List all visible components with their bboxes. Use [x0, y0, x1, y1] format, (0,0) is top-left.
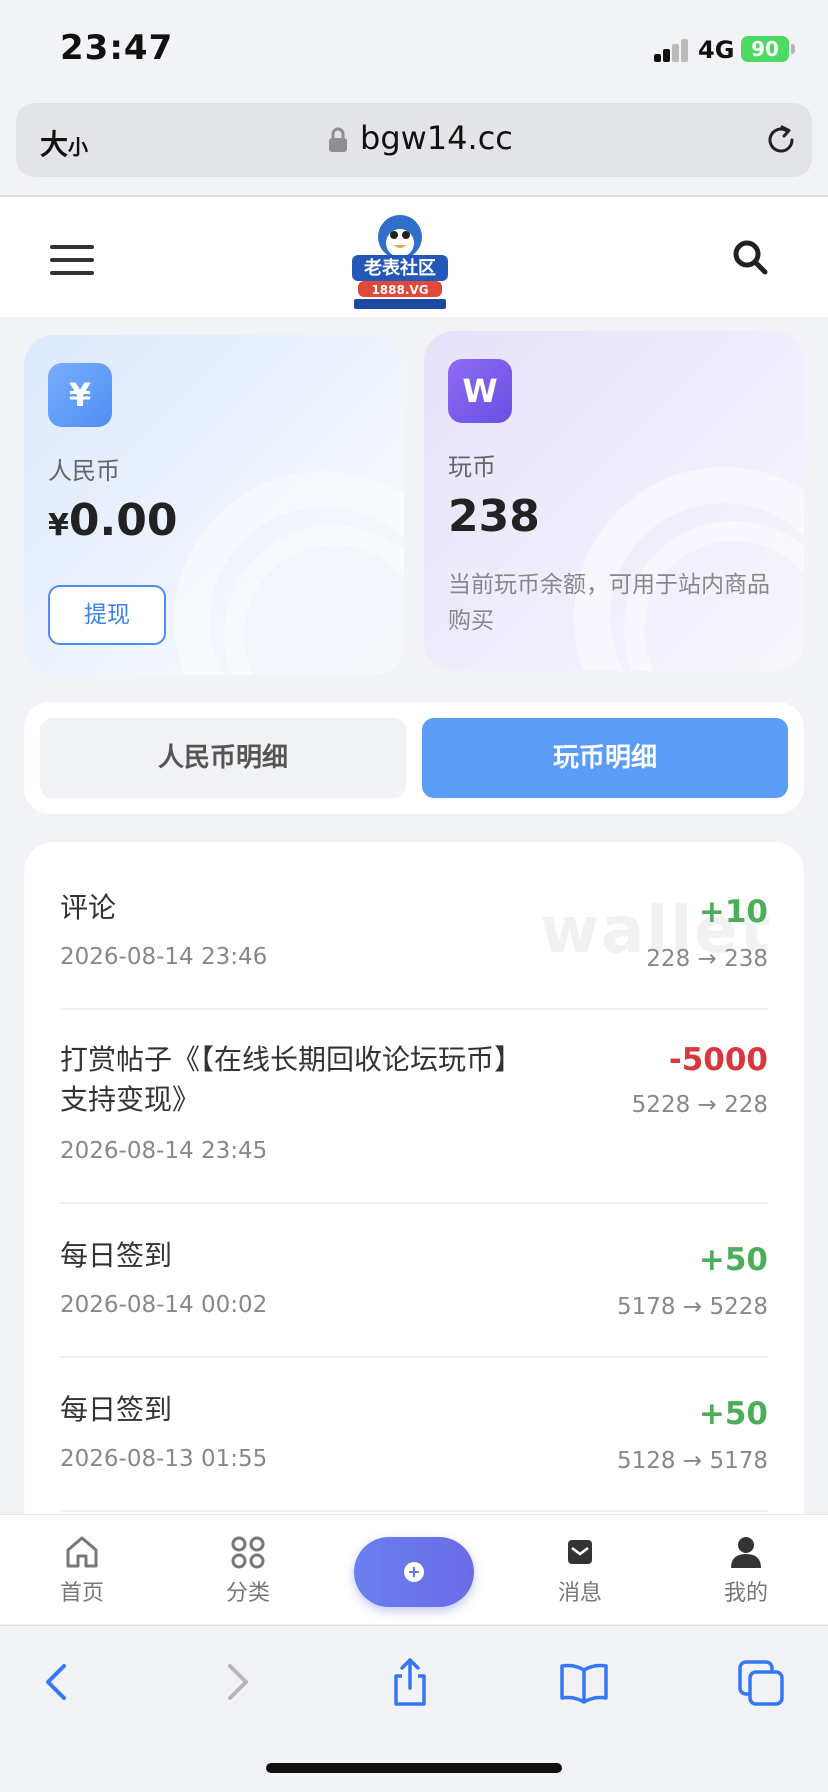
tab-rmb-detail[interactable]: 人民币明细	[40, 718, 406, 798]
message-icon	[568, 1540, 592, 1564]
battery-level: 90	[751, 37, 779, 61]
transaction-balance: 5178 → 5228	[617, 1294, 768, 1320]
nav-profile-label: 我的	[723, 1581, 768, 1606]
status-bar: 23:47 4G 90	[0, 0, 828, 96]
user-icon	[731, 1537, 761, 1568]
coin-description: 当前玩币余额，可用于站内商品购买	[448, 572, 770, 634]
battery-icon: 90	[741, 36, 789, 62]
bookmarks-icon[interactable]	[556, 1654, 612, 1710]
coin-label: 玩币	[448, 453, 496, 481]
yuan-icon: ¥	[48, 363, 112, 427]
transaction-date: 2026-08-14 00:02	[60, 1292, 268, 1318]
signal-icon	[652, 38, 692, 62]
tabs-icon[interactable]	[734, 1654, 790, 1710]
svg-text:1888.VG: 1888.VG	[371, 283, 428, 297]
home-icon	[66, 1536, 98, 1568]
transaction-date: 2026-08-13 01:55	[60, 1446, 268, 1472]
network-type: 4G	[698, 36, 735, 64]
url-text[interactable]: bgw14.cc	[360, 119, 513, 157]
svg-text:老表社区: 老表社区	[364, 257, 436, 279]
nav-category-label: 分类	[225, 1581, 270, 1606]
transaction-title: 每日签到	[60, 1239, 173, 1272]
transaction-delta: -5000	[668, 1042, 768, 1078]
transaction-title-line2: 支持变现》	[60, 1083, 201, 1116]
status-time: 23:47	[60, 28, 174, 68]
rmb-balance-card: ¥ 人民币 ¥0.00 提现	[24, 335, 404, 675]
bottom-nav: 首页 分类 消息 我的	[0, 1514, 828, 1624]
site-header: 老表社区 1888.VG	[0, 197, 828, 317]
withdraw-button[interactable]: 提现	[48, 585, 166, 645]
rmb-label: 人民币	[48, 457, 120, 485]
address-bar[interactable]: 大小 bgw14.cc	[16, 103, 812, 177]
coin-amount: 238	[448, 491, 540, 542]
site-logo[interactable]: 老表社区 1888.VG	[344, 211, 456, 311]
transaction-balance: 5228 → 228	[631, 1092, 768, 1118]
nav-home-label: 首页	[59, 1581, 104, 1606]
transaction-title: 每日签到	[60, 1393, 173, 1426]
transaction-balance: 5128 → 5178	[617, 1448, 768, 1474]
home-indicator	[266, 1763, 562, 1773]
reload-icon[interactable]	[762, 121, 800, 159]
nav-profile[interactable]: 我的	[686, 1535, 806, 1607]
plus-icon	[404, 1562, 424, 1582]
transaction-date: 2026-08-14 23:46	[60, 944, 268, 970]
search-icon[interactable]	[730, 237, 770, 277]
transaction-date: 2026-08-14 23:45	[60, 1138, 268, 1164]
transaction-title: 评论	[60, 891, 117, 924]
text-size-small-label: 小	[68, 135, 89, 159]
rmb-amount-value: 0.00	[68, 495, 178, 546]
transaction-row[interactable]: 每日签到 2026-08-13 01:55 +50 5128 → 5178	[60, 1358, 768, 1512]
transaction-title-line1: 打赏帖子《【在线长期回收论坛玩币】	[60, 1043, 523, 1076]
coin-balance-card: W 玩币 238 当前玩币余额，可用于站内商品购买	[424, 331, 804, 671]
menu-icon[interactable]	[50, 245, 94, 275]
rmb-amount: ¥0.00	[48, 495, 177, 546]
nav-messages-label: 消息	[557, 1581, 602, 1606]
grid-icon	[231, 1536, 265, 1569]
back-icon[interactable]	[30, 1654, 86, 1710]
nav-category[interactable]: 分类	[188, 1535, 308, 1607]
forward-icon[interactable]	[208, 1654, 264, 1710]
nav-messages[interactable]: 消息	[520, 1535, 640, 1607]
detail-tabs: 人民币明细 玩币明细	[24, 702, 804, 814]
transaction-delta: +50	[698, 1396, 768, 1432]
transaction-list: wallet 评论 2026-08-14 23:46 +10 228 → 238…	[24, 842, 804, 1522]
transaction-row[interactable]: 评论 2026-08-14 23:46 +10 228 → 238	[60, 842, 768, 1010]
lock-icon	[329, 127, 347, 152]
transaction-balance: 228 → 238	[646, 946, 768, 972]
post-button[interactable]	[354, 1537, 474, 1607]
currency-symbol: ¥	[48, 508, 69, 543]
transaction-row[interactable]: 每日签到 2026-08-14 00:02 +50 5178 → 5228	[60, 1204, 768, 1358]
battery-tip	[791, 44, 795, 54]
text-size-button[interactable]: 大小	[40, 123, 88, 163]
transaction-delta: +10	[698, 894, 768, 930]
share-icon[interactable]	[382, 1654, 438, 1710]
text-size-label: 大	[40, 128, 69, 161]
transaction-row[interactable]: 打赏帖子《【在线长期回收论坛玩币】 支持变现》 2026-08-14 23:45…	[60, 1010, 768, 1204]
tab-coin-detail[interactable]: 玩币明细	[422, 718, 788, 798]
coin-icon: W	[448, 359, 512, 423]
transaction-delta: +50	[698, 1242, 768, 1278]
nav-home[interactable]: 首页	[22, 1535, 142, 1607]
